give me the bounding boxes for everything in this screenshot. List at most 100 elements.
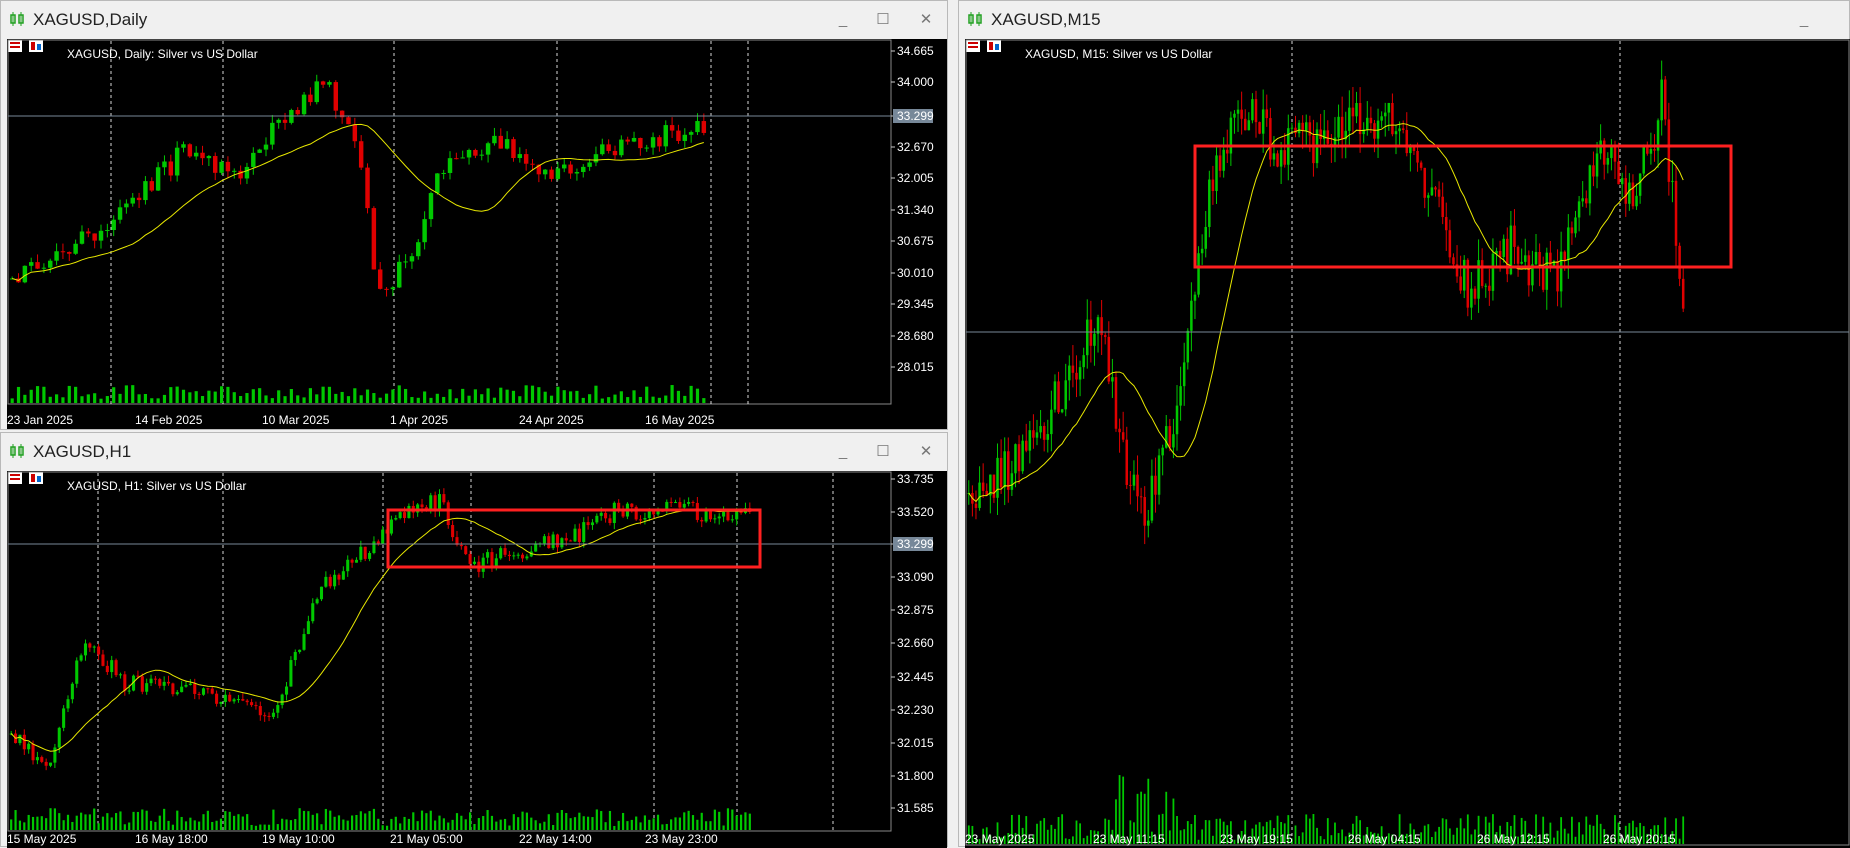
close-button[interactable]: ✕ bbox=[916, 11, 936, 29]
price-tick-label: 34.665 bbox=[897, 44, 934, 58]
candle-body bbox=[371, 208, 377, 270]
candle-body bbox=[704, 510, 708, 522]
candle-body bbox=[435, 173, 440, 194]
date-tick-label: 26 May 20:15 bbox=[1603, 832, 1676, 846]
window-title: XAGUSD,Daily bbox=[33, 10, 148, 29]
candle-body bbox=[213, 156, 218, 173]
candle-body bbox=[1340, 116, 1344, 140]
candle-body bbox=[276, 119, 281, 123]
candle-body bbox=[219, 161, 224, 173]
candle-body bbox=[1121, 432, 1125, 440]
candle-body bbox=[1050, 409, 1053, 435]
candle-body bbox=[97, 646, 101, 655]
candle-body bbox=[1369, 117, 1373, 124]
date-tick-label: 23 Jan 2025 bbox=[7, 413, 73, 427]
title-bar[interactable]: XAGUSD,M15 _ bbox=[959, 1, 1849, 39]
maximize-button[interactable]: ☐ bbox=[873, 11, 893, 29]
minimize-button[interactable]: _ bbox=[1794, 11, 1814, 29]
candle-body bbox=[1520, 261, 1523, 264]
candle-body bbox=[1129, 484, 1132, 486]
candle-body bbox=[67, 251, 72, 254]
candle-body bbox=[490, 552, 494, 566]
candle-body bbox=[472, 561, 476, 564]
candle-body bbox=[1261, 109, 1265, 134]
candle-body bbox=[1351, 107, 1355, 117]
title-bar[interactable]: XAGUSD,H1 _ ☐ ✕ bbox=[1, 433, 947, 471]
price-tick-label: 32.445 bbox=[897, 670, 934, 684]
candle-body bbox=[1071, 365, 1075, 373]
minimize-button[interactable]: _ bbox=[833, 11, 853, 29]
window-m15: XAGUSD,M15 _ XAGUSD, M15: Silver vs US D… bbox=[958, 0, 1850, 848]
candle-body bbox=[1157, 455, 1161, 495]
candle-body bbox=[708, 510, 713, 520]
candle-body bbox=[346, 559, 350, 572]
price-tick-label: 32.875 bbox=[897, 603, 934, 617]
price-tick-label: 34.000 bbox=[897, 75, 934, 89]
candle-body bbox=[1297, 122, 1301, 134]
candle-body bbox=[1010, 473, 1014, 490]
candle-body bbox=[1419, 162, 1423, 168]
candle-body bbox=[258, 706, 262, 716]
candle-body bbox=[1416, 150, 1419, 163]
date-tick-label: 19 May 10:00 bbox=[262, 832, 335, 846]
title-bar[interactable]: XAGUSD,Daily _ ☐ ✕ bbox=[1, 1, 947, 39]
candle-body bbox=[555, 168, 561, 179]
candle-body bbox=[1337, 116, 1340, 138]
candle-body bbox=[442, 494, 446, 503]
minimize-button[interactable]: _ bbox=[833, 443, 853, 461]
candle-body bbox=[1434, 187, 1437, 190]
plot-frame bbox=[7, 39, 892, 405]
candle-body bbox=[346, 117, 351, 125]
candle-body bbox=[428, 193, 434, 220]
candle-body bbox=[525, 556, 529, 559]
candle-body bbox=[241, 699, 245, 701]
price-tick-label: 32.230 bbox=[897, 703, 934, 717]
candle-body bbox=[197, 693, 201, 695]
candle-body bbox=[1635, 195, 1638, 207]
candle-body bbox=[53, 747, 57, 763]
candle-body bbox=[454, 158, 459, 160]
candle-body bbox=[1538, 251, 1541, 266]
candle-body bbox=[1617, 161, 1620, 185]
candle-body bbox=[245, 700, 249, 703]
candle-body bbox=[57, 727, 61, 748]
candle-body bbox=[48, 260, 53, 268]
candle-body bbox=[193, 683, 197, 694]
candle-body bbox=[420, 504, 424, 508]
candle-body bbox=[215, 693, 219, 704]
candle-body bbox=[1333, 137, 1337, 146]
candle-body bbox=[188, 683, 192, 685]
candle-body bbox=[1003, 451, 1006, 488]
candle-body bbox=[1667, 119, 1671, 182]
chart-area-h1[interactable]: XAGUSD, H1: Silver vs US Dollar 33.735 33… bbox=[7, 471, 947, 848]
candle-body bbox=[1035, 432, 1039, 438]
candle-body bbox=[447, 158, 453, 173]
candle-body bbox=[1452, 257, 1455, 265]
candle-body bbox=[722, 511, 726, 517]
candle-body bbox=[70, 683, 74, 700]
close-button[interactable]: ✕ bbox=[916, 443, 936, 461]
candle-body bbox=[1283, 150, 1286, 165]
candle-body bbox=[123, 674, 127, 691]
candle-body bbox=[1653, 149, 1656, 151]
candle-body bbox=[333, 82, 339, 111]
maximize-button[interactable]: ☐ bbox=[873, 443, 893, 461]
price-tick-label: 28.680 bbox=[897, 329, 934, 343]
date-tick-label: 22 May 14:00 bbox=[519, 832, 592, 846]
chart-area-daily[interactable]: XAGUSD, Daily: Silver vs US Dollar 34.66… bbox=[7, 39, 947, 429]
candle-body bbox=[688, 132, 694, 135]
candle-body bbox=[363, 546, 367, 559]
candle-body bbox=[1574, 217, 1577, 234]
chart-area-m15[interactable]: XAGUSD, M15: Silver vs US Dollar 23 May … bbox=[965, 39, 1850, 848]
candlestick-chart-icon bbox=[10, 444, 24, 458]
candle-body bbox=[75, 660, 79, 684]
candle-body bbox=[1606, 158, 1610, 165]
candle-body bbox=[1642, 147, 1645, 174]
candle-body bbox=[48, 762, 53, 766]
candle-body bbox=[1068, 365, 1071, 381]
candlestick-chart-icon bbox=[968, 12, 982, 26]
candle-body bbox=[569, 540, 573, 542]
candle-body bbox=[1663, 79, 1667, 120]
candle-body bbox=[22, 734, 26, 750]
candle-body bbox=[44, 761, 48, 766]
